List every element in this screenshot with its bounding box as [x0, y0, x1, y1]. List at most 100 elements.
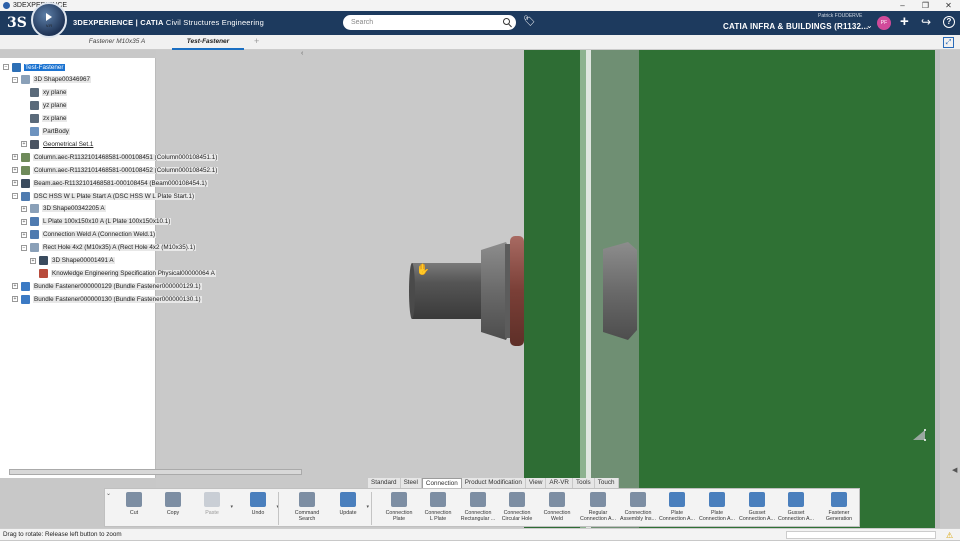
tree-item[interactable]: + Bundle Fastener000000130 (Bundle Fasten…	[12, 294, 202, 304]
tag-icon[interactable]: 🏷	[523, 16, 536, 27]
gusset-connection-button[interactable]: Gusset Connection A...	[737, 492, 777, 522]
connection-weld-button[interactable]: Connection Weld	[537, 492, 577, 522]
connection-rectangular-button[interactable]: Connection Rectangular ...	[458, 492, 498, 522]
expand-toggle-icon[interactable]: −	[3, 64, 9, 70]
tree-item[interactable]: − 3D Shape00346967	[12, 75, 92, 85]
chevron-down-icon[interactable]: ⌄	[866, 21, 873, 30]
gusset-connection-2-button[interactable]: Gusset Connection A...	[776, 492, 816, 522]
connection-plate-button[interactable]: Connection Plate	[379, 492, 419, 522]
side-panel-arrow-icon[interactable]: ◀	[952, 466, 957, 474]
regular-connection-button[interactable]: Regular Connection A...	[578, 492, 618, 522]
tree-item[interactable]: +3D Shape00342205 A	[21, 204, 106, 214]
action-label: Paste	[205, 510, 219, 516]
expand-toggle-icon[interactable]: +	[21, 218, 27, 225]
avatar[interactable]: PF	[877, 16, 891, 30]
add-tab-icon[interactable]: +	[254, 36, 259, 46]
collapse-tree-icon[interactable]: ‹	[301, 50, 303, 57]
search-icon[interactable]	[503, 18, 510, 25]
tree-item[interactable]: PartBody	[21, 127, 70, 137]
update-button[interactable]: Update ▾	[328, 492, 369, 516]
tree-item[interactable]: − DSC HSS W L Plate Start A (DSC HSS W L …	[12, 191, 196, 201]
tree-item-label: zx plane	[42, 115, 68, 123]
command-tab-steel[interactable]: Steel	[401, 478, 422, 488]
command-tab-standard[interactable]: Standard	[368, 478, 401, 488]
tree-item[interactable]: + Column.aec-R1132101468581-000108452 (Co…	[12, 165, 219, 175]
expand-toggle-icon[interactable]: −	[12, 76, 18, 83]
expand-toggle-icon[interactable]: −	[12, 193, 18, 199]
expand-toggle-icon[interactable]: +	[30, 257, 36, 264]
plate-edge-highlight	[580, 50, 586, 528]
connection-circular-hole-button[interactable]: Connection Circular Hole	[497, 492, 537, 522]
top-bar: 3S 3DEXPERIENCE | CATIA Civil Structures…	[0, 11, 960, 35]
share-icon[interactable]: ↪	[921, 15, 931, 29]
command-tab-view[interactable]: View	[526, 478, 547, 488]
command-tab-ar-vr[interactable]: AR-VR	[546, 478, 573, 488]
help-icon[interactable]: ?	[943, 16, 955, 28]
tree-item[interactable]: xy plane	[21, 88, 68, 98]
plus-icon[interactable]: +	[900, 13, 909, 30]
copy-button[interactable]: Copy	[153, 492, 193, 516]
action-sublabel: Connection A...	[739, 516, 775, 522]
search-input[interactable]: Search	[343, 15, 516, 30]
tree-item-label: DSC HSS W L Plate Start A (DSC HSS W L P…	[33, 192, 196, 200]
3d-viewport[interactable]	[156, 50, 960, 528]
expand-toggle-icon[interactable]: +	[12, 180, 18, 187]
expand-toggle-icon[interactable]: +	[21, 205, 27, 212]
connection-assembly-icon	[630, 492, 646, 507]
close-button[interactable]: ✕	[937, 0, 960, 11]
fastener-generation-icon	[831, 492, 847, 507]
tab-test-fastener[interactable]: Test-Fastener	[172, 35, 244, 50]
maximize-button[interactable]: ❐	[914, 0, 937, 11]
command-tab-connection[interactable]: Connection	[421, 478, 462, 488]
action-sublabel: Connection A...	[580, 516, 616, 522]
tree-item[interactable]: Knowledge Engineering Specification Phys…	[30, 268, 216, 278]
action-label: Copy	[166, 510, 180, 516]
tree-item[interactable]: yz plane	[21, 101, 68, 111]
tree-item[interactable]: + Column.aec-R1132101468581-000108451 (Co…	[12, 152, 219, 162]
tree-item[interactable]: zx plane	[21, 114, 68, 124]
connection-assembly-button[interactable]: Connection Assembly Ins...	[618, 492, 658, 522]
expand-toggle-icon[interactable]: +	[12, 154, 18, 161]
scissors-button[interactable]: Cut	[114, 492, 154, 516]
fastener-generation-button[interactable]: Fastener Generation	[819, 492, 859, 522]
dropdown-arrow-icon[interactable]: ▾	[366, 504, 369, 510]
paste-button[interactable]: Paste ▾	[192, 492, 233, 516]
compass-widget[interactable]: V.R	[31, 2, 67, 38]
command-tab-touch[interactable]: Touch	[595, 478, 619, 488]
command-tab-product-modification[interactable]: Product Modification	[462, 478, 526, 488]
tree-item[interactable]: + Bundle Fastener000000129 (Bundle Fasten…	[12, 281, 202, 291]
app-title[interactable]: CATIA INFRA & BUILDINGS (R1132...	[723, 22, 868, 31]
tree-item[interactable]: + Geometrical Set.1	[21, 139, 94, 149]
ds-logo-icon[interactable]: 3S	[7, 15, 27, 31]
action-bar-caret-icon[interactable]: ⌄	[106, 490, 111, 497]
undo-button[interactable]: Undo▾	[238, 492, 279, 516]
expand-toggle-icon[interactable]: +	[12, 167, 18, 174]
tree-scrollbar[interactable]	[9, 469, 302, 475]
expand-icon[interactable]: ⤢	[943, 37, 954, 48]
connection-l-plate-button[interactable]: Connection L Plate	[418, 492, 458, 522]
tree-item[interactable]: + Beam.aec-R1132101468581-000108454 (Beam…	[12, 178, 208, 188]
command-search-button[interactable]: Command Search	[287, 492, 327, 522]
expand-toggle-icon[interactable]: +	[12, 296, 18, 303]
tree-item[interactable]: − Rect Hole 4x2 (M10x35) A (Rect Hole 4x2…	[21, 243, 197, 253]
dropdown-arrow-icon[interactable]: ▾	[230, 504, 233, 510]
warning-icon[interactable]: ⚠	[946, 530, 953, 541]
plate-connection-button[interactable]: Plate Connection A...	[657, 492, 697, 522]
expand-toggle-icon[interactable]: +	[21, 141, 27, 148]
tree-item[interactable]: − Test-Fastener	[3, 62, 65, 72]
tree-item[interactable]: +3D Shape00001491 A	[30, 256, 115, 266]
expand-toggle-icon[interactable]: −	[21, 244, 27, 251]
minimize-button[interactable]: –	[891, 0, 914, 11]
tree-item-label: xy plane	[42, 89, 68, 97]
plate-connection-2-button[interactable]: Plate Connection A...	[697, 492, 737, 522]
command-tab-tools[interactable]: Tools	[573, 478, 595, 488]
search-placeholder: Search	[351, 19, 374, 26]
status-input[interactable]	[786, 531, 936, 539]
tab-fastener-m10x35[interactable]: Fastener M10x35 A	[76, 35, 158, 50]
tree-item[interactable]: + Connection Weld A (Connection Weld.1)	[21, 230, 157, 240]
axis-triad-icon[interactable]	[912, 427, 926, 441]
tree-item[interactable]: + L Plate 100x150x10 A (L Plate 100x150x1…	[21, 217, 172, 227]
expand-toggle-icon[interactable]: +	[12, 283, 18, 290]
expand-toggle-icon[interactable]: +	[21, 231, 27, 238]
brand-app: Civil Structures Engineering	[163, 18, 264, 27]
